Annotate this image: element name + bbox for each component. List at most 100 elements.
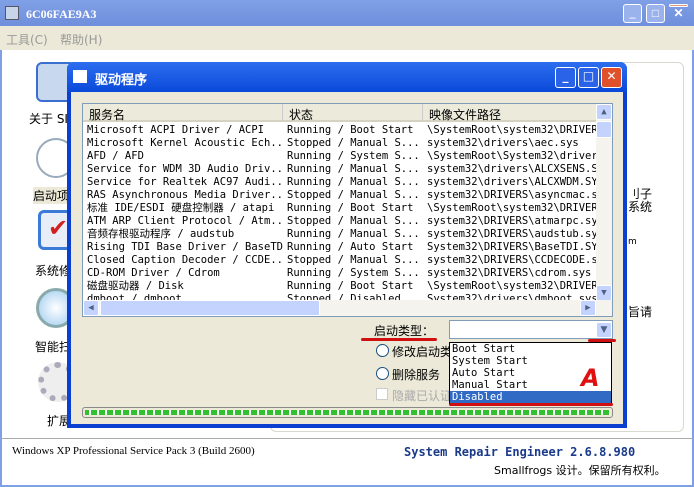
modify-start-type-label[interactable]: 修改启动类型 (392, 343, 449, 360)
service-status: Running / Boot Start (287, 280, 414, 292)
column-header-name[interactable]: 服务名 (83, 104, 283, 122)
service-status: Running / Manual S... (287, 228, 420, 240)
menu-bar: 工具(C) 帮助(H) (0, 26, 694, 50)
scroll-down-button[interactable]: ▼ (596, 285, 612, 301)
panel-text-fragment: 系统 (628, 200, 653, 214)
vertical-scroll-thumb[interactable] (596, 121, 612, 138)
delete-service-label[interactable]: 删除服务 (392, 366, 440, 383)
annotation-underline (361, 338, 437, 341)
table-row[interactable]: RAS Asynchronous Media Driver... Stopped … (83, 189, 598, 202)
copyright: Smallfrogs 设计。保留所有权利。 (494, 464, 666, 477)
table-row[interactable]: CD-ROM Driver / Cdrom Running / System S.… (83, 267, 598, 280)
service-status: Running / Boot Start (287, 202, 414, 214)
menu-help[interactable]: 帮助(H) (60, 31, 102, 48)
dialog-icon (73, 70, 87, 83)
dialog-minimize-button[interactable]: _ (555, 67, 576, 88)
service-status: Stopped / Manual S... (287, 137, 420, 149)
image-path: System32\DRIVERS\BaseTDI.SYS (427, 241, 597, 253)
panel-text-fragment: m (628, 237, 637, 247)
product-version: System Repair Engineer 2.6.8.980 (404, 445, 636, 459)
table-row[interactable]: AFD / AFD Running / System S... \SystemRoo… (83, 150, 598, 163)
service-name: RAS Asynchronous Media Driver... (87, 189, 283, 201)
table-row[interactable]: Microsoft ACPI Driver / ACPI Running / Bo… (83, 124, 598, 137)
maximize-button[interactable]: □ (646, 4, 665, 23)
hide-verified-label[interactable]: 隐藏已认证 (392, 387, 449, 404)
service-status: Running / Auto Start (287, 241, 414, 253)
table-row[interactable]: 标准 IDE/ESDI 硬盘控制器 / atapi Running / Boot … (83, 202, 598, 215)
hide-verified-checkbox[interactable] (376, 388, 388, 400)
service-status: Stopped / Manual S... (287, 215, 420, 227)
drivers-list[interactable]: 服务名 状态 映像文件路径 Microsoft ACPI Driver / AC… (82, 103, 613, 317)
menu-tools[interactable]: 工具(C) (6, 31, 48, 48)
dialog-title: 驱动程序 (95, 73, 148, 88)
vertical-scrollbar[interactable]: ▲ ▼ (596, 104, 612, 301)
service-status: Running / Manual S... (287, 176, 420, 188)
service-name: CD-ROM Driver / Cdrom (87, 267, 220, 279)
service-status: Stopped / Manual S... (287, 254, 420, 266)
table-row[interactable]: ATM ARP Client Protocol / Atm... Stopped … (83, 215, 598, 228)
service-name: 磁盘驱动器 / Disk (87, 280, 184, 292)
table-row[interactable]: Rising TDI Base Driver / BaseTDI Running … (83, 241, 598, 254)
table-row[interactable]: Service for Realtek AC97 Audi... Running … (83, 176, 598, 189)
progress-bar (82, 407, 613, 418)
column-header-status[interactable]: 状态 (283, 104, 423, 122)
horizontal-scrollbar[interactable]: ◀ ▶ (83, 300, 612, 316)
option-boot-start[interactable]: Boot Start (450, 343, 611, 355)
annotation-label: A (581, 364, 600, 392)
window-title: 6C06FAE9A3 (26, 7, 97, 21)
service-name: AFD / AFD (87, 150, 144, 162)
chevron-down-icon[interactable]: ▼ (596, 322, 612, 338)
table-row[interactable]: 磁盘驱动器 / Disk Running / Boot Start \SystemR… (83, 280, 598, 293)
drivers-dialog: 驱动程序 _ □ ✕ 服务名 状态 映像文件路径 Microsoft ACPI … (67, 62, 627, 428)
scroll-up-button[interactable]: ▲ (596, 104, 612, 120)
image-path: system32\DRIVERS\CCDECODE.sy (427, 254, 597, 266)
table-row[interactable]: Closed Caption Decoder / CCDE... Stopped … (83, 254, 598, 267)
image-path: \SystemRoot\system32\DRIVERS (427, 202, 597, 214)
service-name: ATM ARP Client Protocol / Atm... (87, 215, 283, 227)
image-path: \SystemRoot\System32\drivers (427, 150, 597, 162)
image-path: system32\DRIVERS\atmarpc.sys (427, 215, 597, 227)
service-status: Running / Boot Start (287, 124, 414, 136)
image-path: system32\DRIVERS\asyncmac.sy (427, 189, 597, 201)
image-path: system32\DRIVERS\cdrom.sys (427, 267, 592, 279)
service-name: 标准 IDE/ESDI 硬盘控制器 / atapi (87, 202, 275, 214)
service-name: Service for WDM 3D Audio Driv... (87, 163, 283, 175)
service-status: Running / System S... (287, 150, 420, 162)
dialog-body: 服务名 状态 映像文件路径 Microsoft ACPI Driver / AC… (71, 92, 623, 424)
option-disabled[interactable]: Disabled (450, 391, 611, 403)
horizontal-scroll-thumb[interactable] (100, 300, 320, 316)
os-version: Windows XP Professional Service Pack 3 (… (12, 445, 255, 457)
status-bar: Windows XP Professional Service Pack 3 (… (0, 438, 694, 487)
panel-text-fragment: 旨请 (628, 305, 653, 319)
service-name: Microsoft ACPI Driver / ACPI (87, 124, 265, 136)
service-name: Rising TDI Base Driver / BaseTDI (87, 241, 283, 253)
main-title-bar: 6C06FAE9A3 _ □ ✕ (0, 0, 694, 26)
modify-start-type-radio[interactable] (376, 344, 389, 357)
scroll-right-button[interactable]: ▶ (580, 300, 596, 316)
dialog-title-bar: 驱动程序 _ □ ✕ (67, 62, 627, 92)
table-row[interactable]: 音频存根驱动程序 / audstub Running / Manual S... s… (83, 228, 598, 241)
service-name: Service for Realtek AC97 Audi... (87, 176, 283, 188)
delete-service-radio[interactable] (376, 367, 389, 380)
service-name: Closed Caption Decoder / CCDE... (87, 254, 283, 266)
image-path: system32\drivers\ALCXWDM.SYS (427, 176, 597, 188)
table-row[interactable]: Microsoft Kernel Acoustic Ech... Stopped … (83, 137, 598, 150)
service-status: Stopped / Manual S... (287, 189, 420, 201)
minimize-button[interactable]: _ (623, 4, 642, 23)
service-status: Running / Manual S... (287, 163, 420, 175)
service-status: Running / System S... (287, 267, 420, 279)
image-path: \SystemRoot\system32\DRIVERS (427, 124, 597, 136)
image-path: system32\drivers\ALCXSENS.SY (427, 163, 597, 175)
image-path: \SystemRoot\system32\DRIVERS (427, 280, 597, 292)
start-type-label: 启动类型： (374, 324, 435, 338)
dialog-close-button[interactable]: ✕ (601, 67, 622, 88)
app-icon (5, 6, 19, 20)
image-path: system32\drivers\aec.sys (427, 137, 579, 149)
table-row[interactable]: Service for WDM 3D Audio Driv... Running … (83, 163, 598, 176)
annotation-underline (449, 403, 613, 406)
start-type-select[interactable]: ▼ (449, 320, 613, 339)
dialog-maximize-button[interactable]: □ (578, 67, 599, 88)
scroll-left-button[interactable]: ◀ (83, 300, 99, 316)
column-header-path[interactable]: 映像文件路径 (423, 104, 598, 122)
close-button[interactable]: ✕ (669, 4, 688, 20)
